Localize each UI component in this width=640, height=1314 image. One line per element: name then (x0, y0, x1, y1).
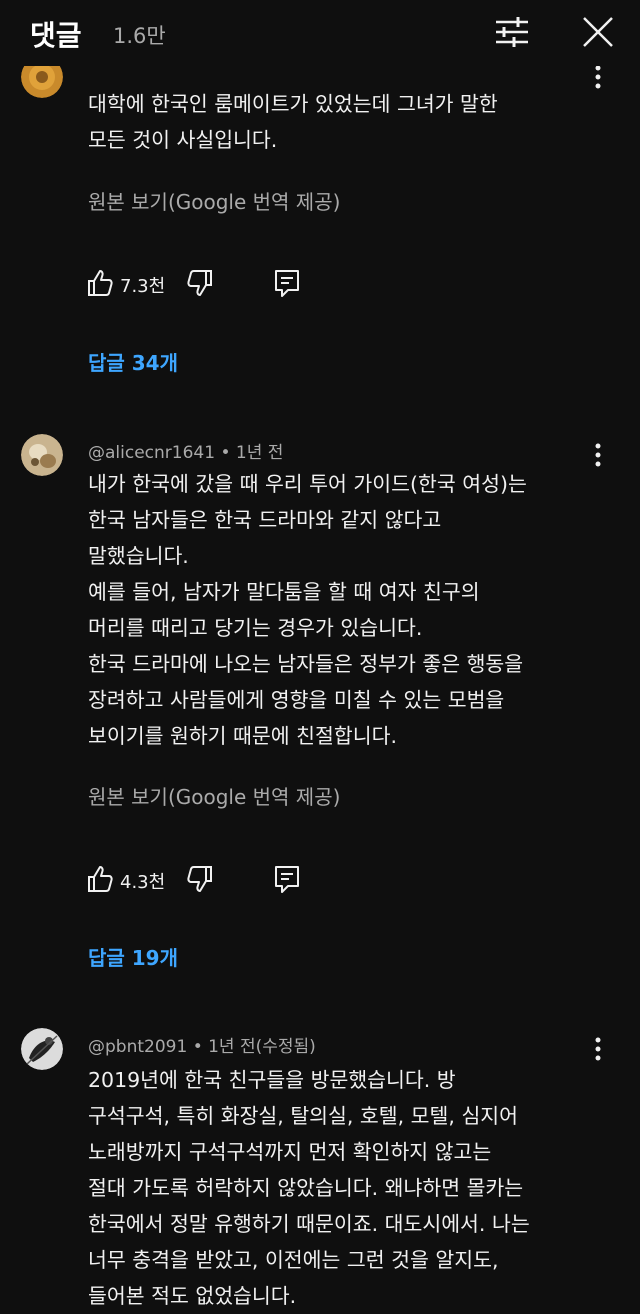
sliders-icon (496, 17, 528, 47)
dislike-button[interactable] (186, 268, 214, 298)
comments-feed: 대학에 한국인 룸메이트가 있었는데 그녀가 말한 모든 것이 사실입니다. 원… (0, 0, 640, 1308)
thumbs-up-icon (88, 270, 113, 296)
close-icon (583, 17, 613, 47)
like-button[interactable] (86, 268, 114, 298)
view-replies-link[interactable]: 답글 34개 (88, 347, 178, 376)
comment-text: 2019년에 한국 친구들을 방문했습니다. 방 구석구석, 특히 화장실, 탈… (88, 1068, 530, 1308)
thumbs-up-icon (88, 866, 113, 892)
reply-button[interactable] (272, 864, 302, 894)
reply-icon (275, 270, 299, 297)
thumbs-down-icon (187, 270, 212, 296)
like-count: 4.3천 (120, 872, 166, 893)
more-options-button[interactable] (586, 1034, 610, 1064)
like-count: 7.3천 (120, 276, 166, 297)
comment-text: 내가 한국에 갔을 때 우리 투어 가이드(한국 여성)는 한국 남자들은 한국… (88, 472, 527, 748)
avatar[interactable] (21, 434, 63, 476)
page-title: 댓글 (30, 19, 82, 52)
see-original-link[interactable]: 원본 보기(Google 번역 제공) (88, 781, 340, 810)
close-button[interactable] (578, 12, 618, 52)
comments-header: 댓글 1.6만 (0, 0, 640, 66)
reply-button[interactable] (272, 268, 302, 298)
comment-text: 대학에 한국인 룸메이트가 있었는데 그녀가 말한 모든 것이 사실입니다. (88, 92, 498, 152)
comment-meta: @alicecnr1641 • 1년 전 (88, 443, 284, 463)
sort-filter-button[interactable] (492, 12, 532, 52)
comment-actions: 7.3천 (86, 268, 326, 300)
dislike-button[interactable] (186, 864, 214, 894)
see-original-link[interactable]: 원본 보기(Google 번역 제공) (88, 186, 340, 215)
comment-actions: 4.3천 (86, 864, 326, 896)
comment-meta: @pbnt2091 • 1년 전(수정됨) (88, 1037, 316, 1057)
view-replies-link[interactable]: 답글 19개 (88, 942, 178, 971)
avatar[interactable] (21, 1028, 63, 1070)
like-button[interactable] (86, 864, 114, 894)
thumbs-down-icon (187, 866, 212, 892)
comment-count: 1.6만 (113, 24, 166, 48)
reply-icon (275, 866, 299, 893)
